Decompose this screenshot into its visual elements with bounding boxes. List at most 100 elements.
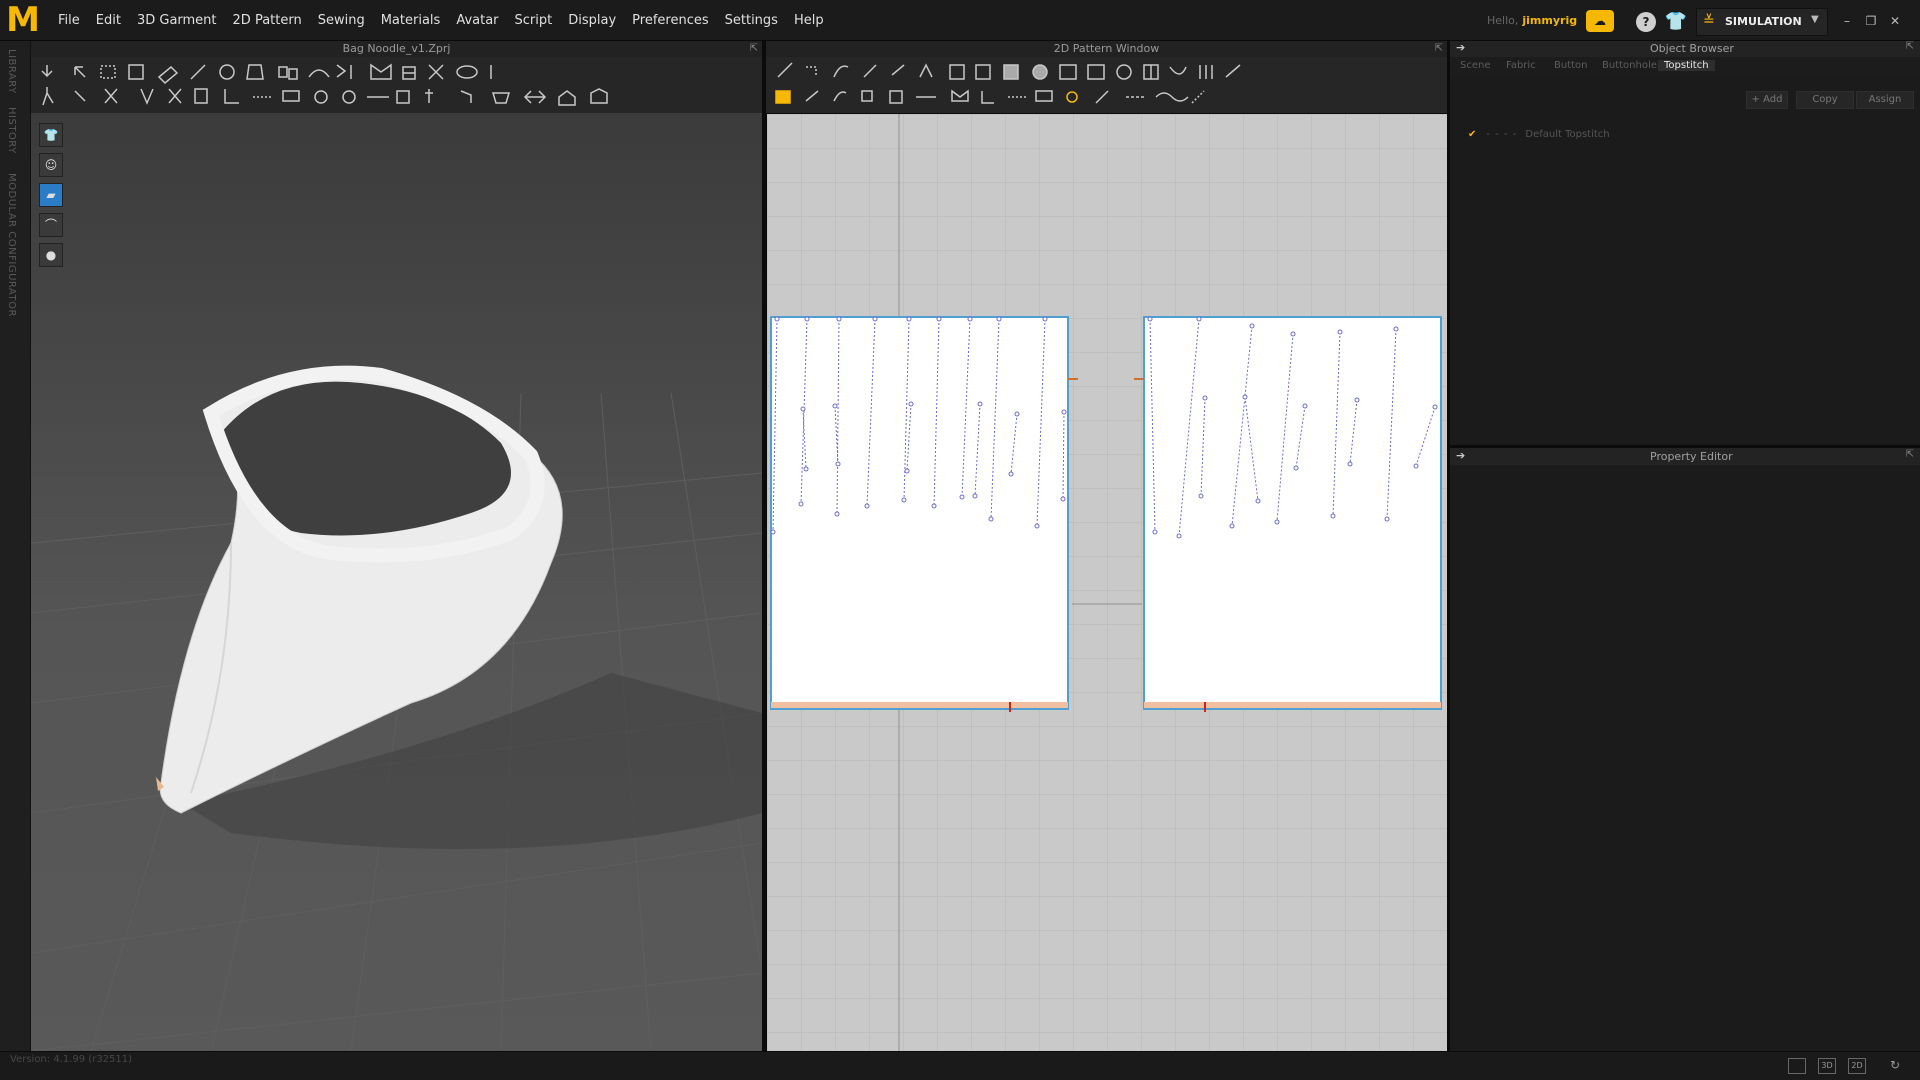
- list-item[interactable]: ✔ - - - - Default Topstitch: [1468, 129, 1610, 140]
- avatar-toggle-button[interactable]: ☺: [39, 153, 63, 177]
- hanger-icon: ⌒: [44, 218, 57, 232]
- 3d-toolbar-icons[interactable]: [31, 57, 762, 113]
- tab-fabric[interactable]: Fabric: [1506, 60, 1536, 71]
- 2d-view-button[interactable]: 2D: [1848, 1058, 1866, 1074]
- fold-icon: [219, 64, 235, 80]
- object-browser-body: + Add Copy Assign ✔ - - - - Default Topsti…: [1450, 77, 1920, 445]
- tab-topstitch[interactable]: Topstitch: [1658, 60, 1715, 71]
- help-button[interactable]: ?: [1636, 12, 1656, 32]
- 2d-window-label: 2D Pattern Window: [1053, 42, 1160, 55]
- menu-materials[interactable]: Materials: [373, 13, 449, 28]
- object-browser-title: Object Browser: [1650, 42, 1734, 55]
- chevron-down-icon: ▼: [1811, 14, 1819, 25]
- grid-icon: [282, 90, 300, 102]
- topstitch-free-icon: [1191, 90, 1205, 104]
- transform-icon: [128, 64, 144, 80]
- arrow-right-icon[interactable]: ➔: [1456, 449, 1465, 462]
- edit-icon: [157, 65, 179, 85]
- expand-icon[interactable]: ⇱: [1906, 449, 1914, 460]
- internal-circle-icon: [1116, 64, 1132, 80]
- tab-button[interactable]: Button: [1554, 60, 1588, 71]
- assign-button[interactable]: Assign: [1856, 91, 1914, 109]
- select-icon: [74, 66, 86, 78]
- refresh-icon[interactable]: ↻: [1890, 1058, 1900, 1072]
- close-button[interactable]: ✕: [1886, 12, 1904, 30]
- restore-button[interactable]: ❐: [1862, 12, 1880, 30]
- menu-script[interactable]: Script: [507, 13, 561, 28]
- menu-help[interactable]: Help: [786, 13, 832, 28]
- expand-icon[interactable]: ⇱: [1906, 41, 1914, 52]
- cut-icon: [428, 64, 444, 80]
- status-bar: Version: 4.1.99 (r32511) 3D 2D ↻: [0, 1051, 1920, 1080]
- clothing-icon: [194, 88, 208, 104]
- arrow-right-icon[interactable]: ➔: [1456, 41, 1465, 54]
- pattern-piece-right[interactable]: [1134, 316, 1442, 712]
- restore-icon: ❐: [1865, 14, 1877, 28]
- texture-toggle-button[interactable]: ▰: [39, 183, 63, 207]
- menu-display[interactable]: Display: [560, 13, 624, 28]
- pleat-icon: [1199, 65, 1213, 79]
- topstitch-name: Default Topstitch: [1525, 129, 1610, 140]
- pattern-canvas: [770, 114, 1442, 1051]
- menu-avatar[interactable]: Avatar: [448, 13, 506, 28]
- menu-3d-garment[interactable]: 3D Garment: [129, 13, 225, 28]
- layer-icon: [278, 66, 298, 80]
- person-icon: ☺: [44, 158, 58, 172]
- pattern-piece-left[interactable]: [770, 316, 1078, 712]
- shirt-preset-icon: [590, 88, 608, 104]
- avatar-pose-icon: [42, 87, 54, 106]
- arrange-icon: [74, 90, 86, 102]
- texture-icon: ▰: [46, 188, 56, 202]
- avatar-toolbar: 👕 ☺ ▰ ⌒ ●: [39, 123, 63, 273]
- garment-icon: [246, 64, 264, 80]
- 2d-pattern-viewport[interactable]: [767, 114, 1447, 1051]
- rectangle-icon: [975, 64, 991, 80]
- modular-configurator-tab[interactable]: MODULAR CONFIGURATOR: [6, 173, 17, 317]
- hanger-toggle-button[interactable]: ⌒: [39, 213, 63, 237]
- garment-mode-button[interactable]: 👕: [1664, 10, 1688, 34]
- menu-2d-pattern[interactable]: 2D Pattern: [225, 13, 310, 28]
- 3d-view-button[interactable]: 3D: [1818, 1058, 1836, 1074]
- simulation-mode-select[interactable]: ≚ SIMULATION ▼: [1696, 8, 1828, 36]
- seam-allowance-icon: [889, 90, 903, 104]
- edit-curvature-icon: [863, 64, 877, 78]
- puckering-icon: [460, 90, 472, 103]
- question-icon: ?: [1642, 15, 1650, 29]
- simulation-label: SIMULATION: [1725, 15, 1802, 28]
- dart-icon: [1143, 64, 1159, 80]
- expand-icon[interactable]: ⇱: [1435, 41, 1443, 57]
- edit-point-icon: [806, 66, 817, 77]
- head-toggle-button[interactable]: ●: [39, 243, 63, 267]
- minimize-button[interactable]: –: [1838, 12, 1856, 30]
- 3d-viewport[interactable]: 👕 ☺ ▰ ⌒ ●: [31, 113, 762, 1051]
- menu-sewing[interactable]: Sewing: [310, 13, 373, 28]
- tab-scene[interactable]: Scene: [1460, 60, 1491, 71]
- expand-icon[interactable]: ⇱: [750, 41, 758, 57]
- menu-settings[interactable]: Settings: [717, 13, 786, 28]
- history-tab[interactable]: HISTORY: [6, 107, 17, 154]
- add-button[interactable]: + Add: [1746, 91, 1788, 109]
- menu-file[interactable]: File: [50, 13, 88, 28]
- transform-pattern-icon: [775, 90, 791, 104]
- topstitch-line-icon: [1095, 90, 1109, 104]
- marquee-icon: [100, 65, 116, 79]
- username[interactable]: jimmyrig: [1522, 14, 1577, 27]
- sew-icon: [224, 89, 239, 104]
- menu-preferences[interactable]: Preferences: [624, 13, 716, 28]
- copy-button[interactable]: Copy: [1796, 91, 1854, 109]
- split-view-button[interactable]: [1788, 1058, 1806, 1074]
- internal-rect-icon: [1059, 64, 1077, 80]
- tab-buttonhole[interactable]: Buttonhole: [1602, 60, 1657, 71]
- close-icon: ✕: [1889, 14, 1901, 28]
- garment-toggle-button[interactable]: 👕: [39, 123, 63, 147]
- fabric-icon: [140, 88, 154, 105]
- 2d-toolbar: [766, 57, 1447, 113]
- stretch-icon: [523, 90, 547, 104]
- cloud-sync-button[interactable]: ☁: [1586, 10, 1614, 32]
- menu-edit[interactable]: Edit: [88, 13, 129, 28]
- simulation-icon: ≚: [1703, 13, 1715, 29]
- library-tab[interactable]: LIBRARY: [6, 49, 17, 94]
- 2d-toolbar-icons[interactable]: [766, 57, 1447, 113]
- cloud-icon: ☁: [1594, 14, 1606, 28]
- move-icon: [41, 65, 53, 78]
